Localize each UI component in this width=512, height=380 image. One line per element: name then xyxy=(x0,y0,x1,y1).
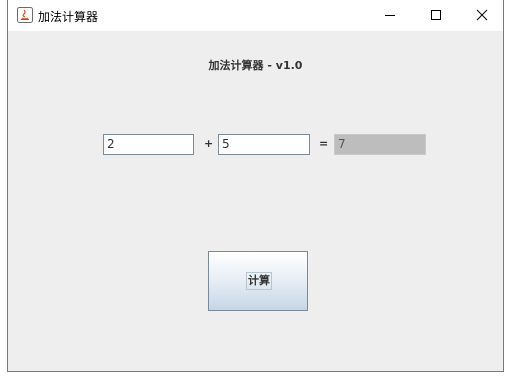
minimize-button[interactable] xyxy=(367,0,413,30)
result-field: 7 xyxy=(334,134,426,155)
close-button[interactable] xyxy=(459,0,505,30)
operand-b-input[interactable]: 5 xyxy=(218,134,310,155)
calculate-button[interactable]: 计算 xyxy=(208,251,308,311)
close-icon xyxy=(476,9,488,21)
equals-sign: = xyxy=(319,137,329,150)
window-title: 加法计算器 xyxy=(38,10,99,24)
maximize-icon xyxy=(431,10,441,20)
calculate-button-label: 计算 xyxy=(246,272,272,290)
app-heading: 加法计算器 - v1.0 xyxy=(208,59,303,72)
maximize-button[interactable] xyxy=(413,0,459,30)
app-window: 加法计算器 加法计算器 - v1.0 2 + 5 = 7 计算 xyxy=(7,0,504,372)
plus-sign: + xyxy=(204,137,214,150)
java-app-icon xyxy=(17,7,33,23)
title-bar[interactable]: 加法计算器 xyxy=(8,0,503,31)
minimize-icon xyxy=(385,15,395,16)
operand-a-input[interactable]: 2 xyxy=(103,134,194,155)
